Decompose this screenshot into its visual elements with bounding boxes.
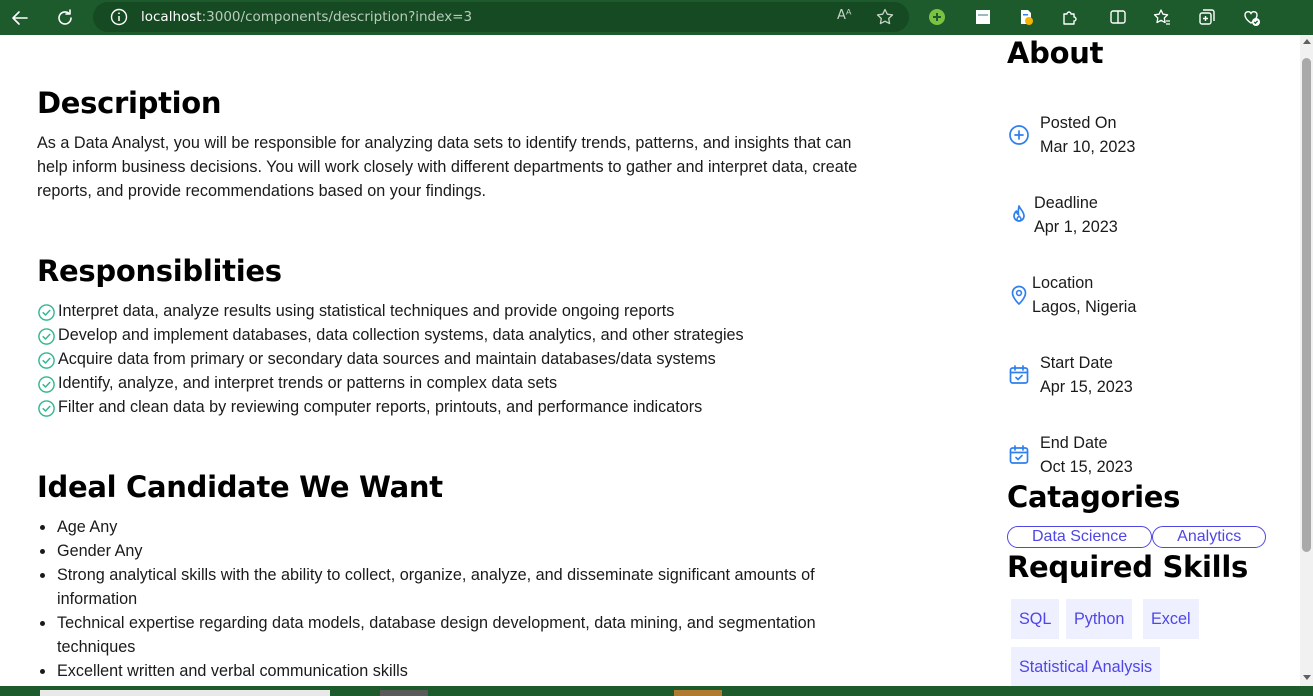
start-date-value: Apr 15, 2023 <box>1040 378 1133 396</box>
taskbar-item[interactable] <box>40 690 330 696</box>
categories-list: Data Science Analytics <box>1007 526 1267 548</box>
responsibility-item: Filter and clean data by reviewing compu… <box>37 395 744 419</box>
check-circle-icon <box>38 304 55 321</box>
responsibility-item: Develop and implement databases, data co… <box>37 323 744 347</box>
start-date-label: Start Date <box>1040 354 1113 372</box>
location-label: Location <box>1032 274 1094 292</box>
posted-on-label: Posted On <box>1040 114 1117 132</box>
fire-icon <box>1013 205 1025 222</box>
scroll-up-arrow-icon[interactable] <box>1303 39 1311 44</box>
posted-on-value: Mar 10, 2023 <box>1040 138 1136 156</box>
responsibility-text: Acquire data from primary or secondary d… <box>58 349 716 368</box>
responsibility-item: Identify, analyze, and interpret trends … <box>37 371 744 395</box>
location-info: Location Lagos, Nigeria <box>1007 271 1136 319</box>
description-heading: Description <box>37 86 222 120</box>
calendar-check-icon <box>1009 365 1029 384</box>
browser-toolbar: localhost:3000/components/description?in… <box>0 0 1313 35</box>
check-circle-icon <box>38 400 55 417</box>
split-screen-icon[interactable] <box>1107 6 1129 28</box>
ideal-candidate-list: Age Any Gender Any Strong analytical ski… <box>37 515 877 683</box>
extension-green-icon[interactable] <box>926 6 948 28</box>
responsibility-text: Develop and implement databases, data co… <box>58 325 744 344</box>
skill-tag: Excel <box>1143 599 1199 639</box>
read-aloud-icon[interactable]: Aᴬ <box>837 8 852 23</box>
responsibilities-heading: Responsiblities <box>37 254 282 288</box>
responsibility-text: Interpret data, analyze results using st… <box>58 301 675 320</box>
extensions-puzzle-icon[interactable] <box>1058 6 1080 28</box>
favorite-star-icon[interactable] <box>875 7 895 27</box>
deadline-label: Deadline <box>1034 194 1098 212</box>
taskbar-item[interactable] <box>674 690 722 696</box>
about-heading: About <box>1007 36 1104 70</box>
candidate-item: Excellent written and verbal communicati… <box>37 659 877 683</box>
calendar-check-icon <box>1009 445 1029 464</box>
back-arrow-icon[interactable] <box>8 6 32 30</box>
map-pin-icon <box>1011 285 1027 305</box>
collections-icon[interactable] <box>1196 6 1218 28</box>
taskbar <box>0 686 1313 696</box>
candidate-item: Technical expertise regarding data model… <box>37 611 877 659</box>
posted-on-info: Posted On Mar 10, 2023 <box>1007 111 1135 159</box>
taskbar-item[interactable] <box>380 690 428 696</box>
url-path: :3000/components/description?index=3 <box>201 9 473 25</box>
end-date-label: End Date <box>1040 434 1108 452</box>
url-text: localhost:3000/components/description?in… <box>141 9 472 25</box>
check-circle-icon <box>38 352 55 369</box>
required-skills-heading: Required Skills <box>1007 550 1248 584</box>
description-text: As a Data Analyst, you will be responsib… <box>37 134 858 200</box>
responsibility-item: Acquire data from primary or secondary d… <box>37 347 744 371</box>
page-scrollbar[interactable] <box>1300 35 1313 686</box>
candidate-item: Age Any <box>37 515 877 539</box>
candidate-item: Gender Any <box>37 539 877 563</box>
category-tag[interactable]: Analytics <box>1152 526 1267 548</box>
skill-tag: Python <box>1066 599 1133 639</box>
responsibility-text: Filter and clean data by reviewing compu… <box>58 397 703 416</box>
end-date-value: Oct 15, 2023 <box>1040 458 1133 476</box>
plus-circle-icon <box>1009 125 1029 145</box>
favorites-icon[interactable] <box>1151 6 1173 28</box>
category-tag[interactable]: Data Science <box>1007 526 1153 548</box>
browser-essentials-icon[interactable] <box>1240 6 1262 28</box>
categories-heading: Catagories <box>1007 480 1181 514</box>
skill-tag: Statistical Analysis <box>1011 647 1161 686</box>
page-content: Description As a Data Analyst, you will … <box>0 35 1313 686</box>
sidebar: About Posted On Mar 10, 2023 Deadline Ap… <box>1007 35 1297 686</box>
scrollbar-thumb[interactable] <box>1302 58 1311 552</box>
deadline-value: Apr 1, 2023 <box>1034 218 1118 236</box>
responsibility-text: Identify, analyze, and interpret trends … <box>58 373 558 392</box>
extension-doc-icon[interactable] <box>1015 6 1037 28</box>
location-value: Lagos, Nigeria <box>1032 298 1137 316</box>
deadline-info: Deadline Apr 1, 2023 <box>1007 191 1118 239</box>
start-date-info: Start Date Apr 15, 2023 <box>1007 351 1133 399</box>
end-date-info: End Date Oct 15, 2023 <box>1007 431 1133 479</box>
refresh-icon[interactable] <box>53 6 77 30</box>
skill-tag: SQL <box>1011 599 1060 639</box>
url-host: localhost <box>141 9 202 25</box>
address-bar[interactable]: localhost:3000/components/description?in… <box>93 2 909 32</box>
info-icon[interactable] <box>110 8 128 26</box>
responsibility-item: Interpret data, analyze results using st… <box>37 299 744 323</box>
candidate-item: Strong analytical skills with the abilit… <box>37 563 877 611</box>
scroll-down-arrow-icon[interactable] <box>1303 675 1311 680</box>
responsibilities-list: Interpret data, analyze results using st… <box>37 299 744 419</box>
ideal-candidate-heading: Ideal Candidate We Want <box>37 470 443 504</box>
check-circle-icon <box>38 376 55 393</box>
check-circle-icon <box>38 328 55 345</box>
extension-page-icon[interactable] <box>972 6 994 28</box>
